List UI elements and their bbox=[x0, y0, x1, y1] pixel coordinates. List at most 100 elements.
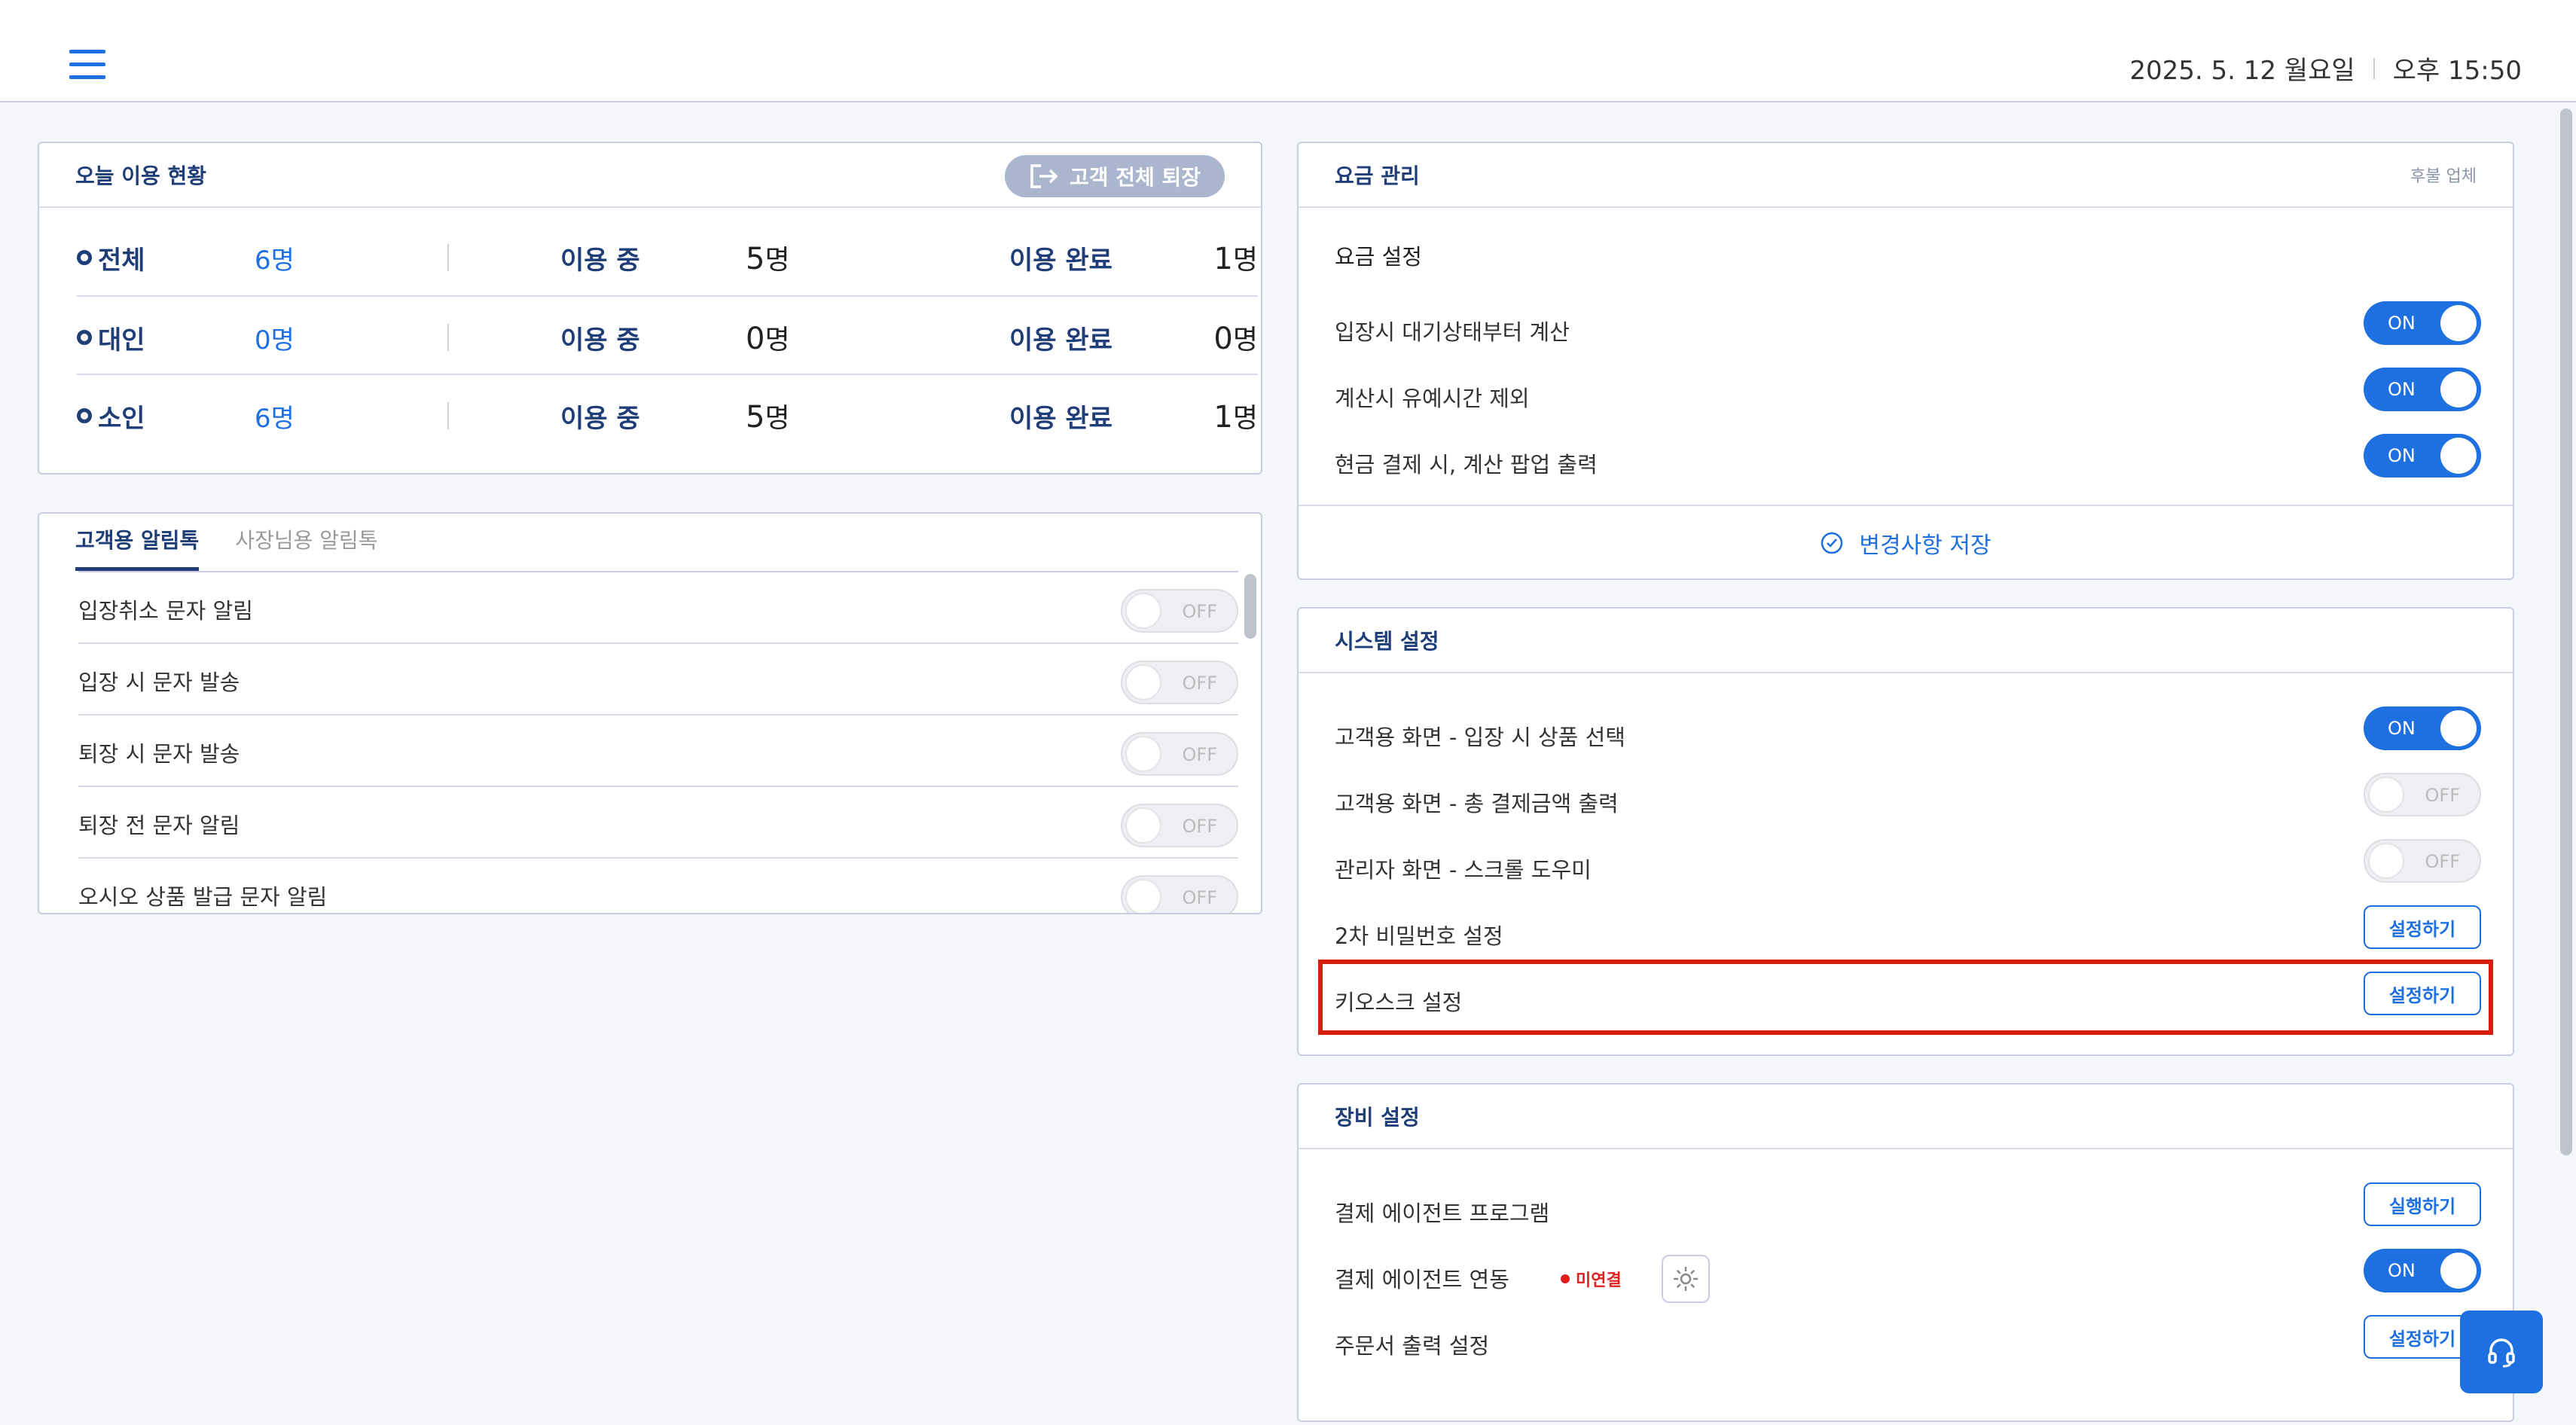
system-setting-row: 고객용 화면 - 입장 시 상품 선택 ON bbox=[1335, 706, 2481, 773]
system-setting-toggle[interactable]: OFF bbox=[2364, 839, 2481, 883]
alimtalk-toggle[interactable]: OFF bbox=[1121, 732, 1238, 776]
save-changes-button[interactable]: 변경사항 저장 bbox=[1299, 505, 2513, 580]
connection-status-label: 미연결 bbox=[1576, 1271, 1622, 1290]
alimtalk-toggle-knob bbox=[1125, 879, 1161, 913]
exit-all-customers-button[interactable]: 고객 전체 퇴장 bbox=[1005, 155, 1225, 197]
completed-unit: 명 bbox=[1232, 325, 1258, 355]
system-setting-control: ON bbox=[2364, 706, 2481, 750]
alimtalk-item: 오시오 상품 발급 문자 알림 OFF bbox=[78, 859, 1238, 913]
usage-total-count: 6명 bbox=[255, 404, 295, 434]
secondary-password-settings-button[interactable]: 설정하기 bbox=[2364, 905, 2481, 949]
system-setting-toggle-knob bbox=[2368, 843, 2404, 879]
datetime-separator bbox=[2373, 57, 2375, 79]
fee-setting-row: 입장시 대기상태부터 계산 ON bbox=[1335, 301, 2481, 368]
fee-setting-toggle-label: ON bbox=[2388, 445, 2416, 466]
equipment-setting-toggle[interactable]: ON bbox=[2364, 1249, 2481, 1292]
hamburger-menu-icon[interactable] bbox=[69, 50, 105, 80]
equipment-setting-row: 결제 에이전트 프로그램 실행하기 bbox=[1335, 1182, 2481, 1249]
fee-card-subtitle: 후불 업체 bbox=[2410, 167, 2477, 186]
fee-setting-toggle[interactable]: ON bbox=[2364, 434, 2481, 478]
system-card-title: 시스템 설정 bbox=[1335, 629, 1439, 654]
completed-count: 1명 bbox=[1213, 238, 1258, 277]
fee-setting-toggle-label: ON bbox=[2388, 379, 2416, 400]
run-agent-button[interactable]: 실행하기 bbox=[2364, 1182, 2481, 1226]
status-dot-icon bbox=[1561, 1274, 1570, 1283]
completed-number: 1 bbox=[1213, 400, 1233, 435]
equipment-setting-row: 결제 에이전트 연동 미연결 ON bbox=[1335, 1249, 2481, 1315]
in-use-label: 이용 중 bbox=[560, 325, 640, 355]
system-setting-row: 고객용 화면 - 총 결제금액 출력 OFF bbox=[1335, 773, 2481, 839]
alimtalk-toggle[interactable]: OFF bbox=[1121, 875, 1238, 913]
completed-label: 이용 완료 bbox=[1009, 404, 1113, 434]
usage-divider bbox=[447, 244, 449, 271]
system-setting-toggle-label: ON bbox=[2388, 718, 2416, 739]
tab-customer-alimtalk[interactable]: 고객용 알림톡 bbox=[75, 514, 200, 571]
tab-owner-alimtalk[interactable]: 사장님용 알림톡 bbox=[235, 514, 377, 571]
bullet-circle-icon bbox=[77, 250, 92, 265]
alimtalk-toggle[interactable]: OFF bbox=[1121, 589, 1238, 633]
page-scrollbar-thumb[interactable] bbox=[2560, 108, 2572, 1155]
equipment-setting-control: 실행하기 bbox=[2364, 1182, 2481, 1226]
completed-label: 이용 완료 bbox=[1009, 246, 1113, 276]
system-setting-toggle[interactable]: ON bbox=[2364, 706, 2481, 750]
fee-setting-toggle-knob bbox=[2440, 438, 2477, 474]
system-card-header: 시스템 설정 bbox=[1299, 609, 2513, 673]
alimtalk-toggle-label: OFF bbox=[1182, 744, 1218, 765]
fee-setting-label: 계산시 유예시간 제외 bbox=[1335, 386, 1530, 411]
fee-setting-toggle-knob bbox=[2440, 371, 2477, 407]
check-circle-icon bbox=[1821, 532, 1843, 554]
alimtalk-toggle[interactable]: OFF bbox=[1121, 804, 1238, 847]
agent-settings-gear-button[interactable] bbox=[1662, 1255, 1710, 1303]
fee-setting-label: 입장시 대기상태부터 계산 bbox=[1335, 319, 1570, 345]
in-use-number: 5 bbox=[746, 400, 765, 435]
in-use-unit: 명 bbox=[765, 245, 790, 276]
alimtalk-scrollbar[interactable] bbox=[1244, 574, 1256, 639]
alimtalk-item-label: 퇴장 전 문자 알림 bbox=[78, 813, 240, 838]
top-header: 2025. 5. 12 월요일 오후 15:50 bbox=[0, 0, 2576, 102]
alimtalk-item-label: 퇴장 시 문자 발송 bbox=[78, 741, 240, 767]
alimtalk-item-label: 오시오 상품 발급 문자 알림 bbox=[78, 884, 328, 910]
completed-number: 0 bbox=[1213, 322, 1233, 356]
usage-row: 소인 6명 이용 중 5명 이용 완료 1명 bbox=[77, 374, 1258, 452]
completed-count: 1명 bbox=[1213, 396, 1258, 435]
in-use-count: 5명 bbox=[746, 238, 790, 277]
usage-category-label: 대인 bbox=[98, 325, 145, 355]
fee-setting-label: 현금 결제 시, 계산 팝업 출력 bbox=[1335, 452, 1598, 478]
alimtalk-toggle-knob bbox=[1125, 593, 1161, 629]
equipment-settings-card: 장비 설정 결제 에이전트 프로그램 실행하기 결제 에이전트 연동 미연결 ON 주문서… bbox=[1297, 1083, 2514, 1422]
usage-total-count: 6명 bbox=[255, 246, 295, 276]
alimtalk-toggle[interactable]: OFF bbox=[1121, 661, 1238, 704]
system-setting-toggle-label: OFF bbox=[2425, 851, 2461, 872]
usage-divider bbox=[447, 324, 449, 351]
usage-divider bbox=[447, 402, 449, 429]
alimtalk-item-label: 입장취소 문자 알림 bbox=[78, 598, 253, 624]
fee-management-card: 요금 관리 후불 업체 요금 설정 입장시 대기상태부터 계산 ON 계산시 유예시… bbox=[1297, 142, 2514, 580]
help-support-button[interactable] bbox=[2460, 1311, 2543, 1393]
save-changes-label: 변경사항 저장 bbox=[1859, 532, 1992, 559]
exit-all-label: 고객 전체 퇴장 bbox=[1069, 165, 1201, 190]
system-setting-label: 2차 비밀번호 설정 bbox=[1335, 923, 1503, 949]
exit-icon bbox=[1030, 164, 1058, 188]
completed-count: 0명 bbox=[1213, 318, 1258, 357]
in-use-count: 0명 bbox=[746, 318, 790, 357]
datetime: 2025. 5. 12 월요일 오후 15:50 bbox=[2129, 50, 2522, 87]
fee-card-title: 요금 관리 bbox=[1335, 163, 1420, 188]
system-setting-toggle-knob bbox=[2368, 777, 2404, 813]
alimtalk-toggle-knob bbox=[1125, 807, 1161, 844]
alimtalk-toggle-knob bbox=[1125, 736, 1161, 772]
system-setting-toggle[interactable]: OFF bbox=[2364, 773, 2481, 816]
completed-unit: 명 bbox=[1232, 245, 1258, 276]
fee-setting-control: ON bbox=[2364, 301, 2481, 345]
fee-setting-control: ON bbox=[2364, 434, 2481, 478]
fee-setting-row: 현금 결제 시, 계산 팝업 출력 ON bbox=[1335, 434, 2481, 500]
alimtalk-toggle-label: OFF bbox=[1182, 673, 1218, 694]
equipment-setting-label: 결제 에이전트 프로그램 bbox=[1335, 1201, 1550, 1226]
bullet-circle-icon bbox=[77, 408, 92, 423]
system-setting-label: 고객용 화면 - 총 결제금액 출력 bbox=[1335, 791, 1619, 816]
kiosk-settings-highlight bbox=[1318, 960, 2493, 1035]
completed-label: 이용 완료 bbox=[1009, 325, 1113, 355]
fee-setting-toggle[interactable]: ON bbox=[2364, 301, 2481, 345]
system-setting-toggle-knob bbox=[2440, 710, 2477, 746]
fee-setting-toggle[interactable]: ON bbox=[2364, 368, 2481, 411]
equipment-setting-toggle-knob bbox=[2440, 1253, 2477, 1289]
